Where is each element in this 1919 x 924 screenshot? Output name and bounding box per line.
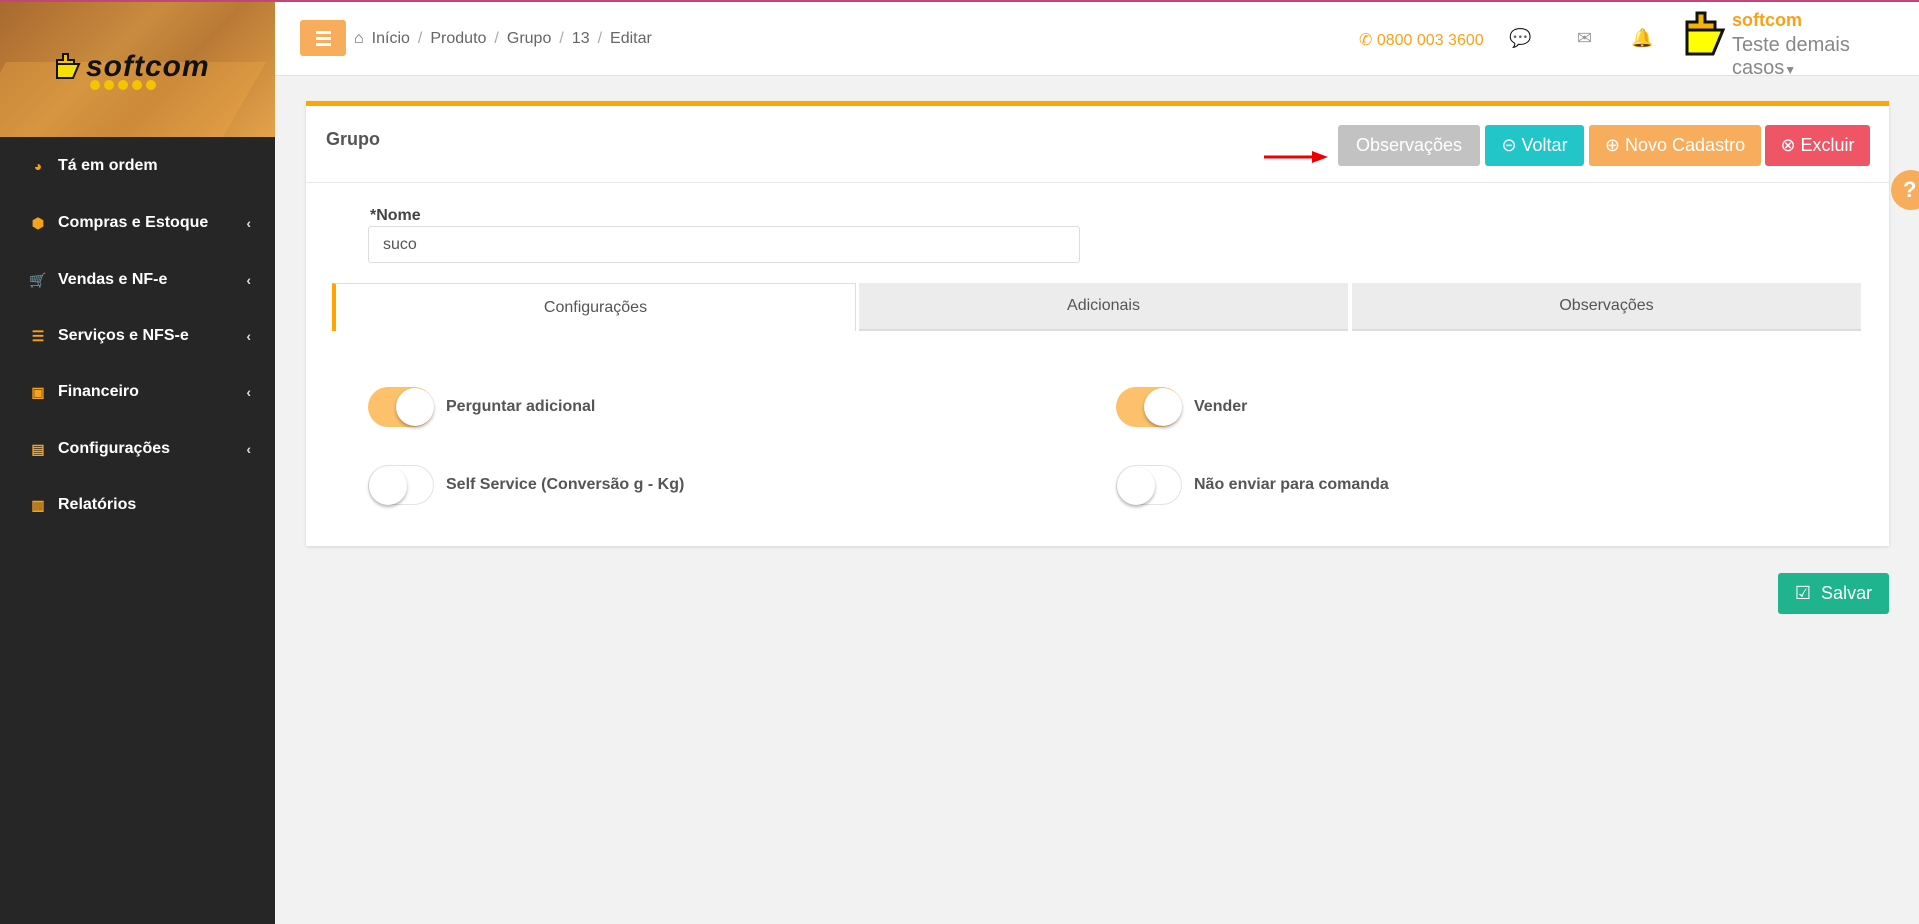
- toggle-label: Vender: [1194, 398, 1248, 415]
- sidebar-item-3[interactable]: 🛒 Vendas e NF-e ‹: [0, 260, 275, 300]
- toggle-switch[interactable]: [368, 387, 434, 427]
- toggle-switch[interactable]: [368, 465, 434, 505]
- softcom-logo[interactable]: softcom: [54, 50, 210, 90]
- chat-support-icon[interactable]: 💬: [1509, 28, 1531, 49]
- breadcrumb-sep: /: [597, 30, 603, 47]
- pie-chart-icon: ◕: [33, 158, 43, 174]
- sidebar: softcom ◕ Tá em ordem ⬢ Compras e Estoque ‹ 🛒…: [0, 2, 275, 924]
- salvar-label: Salvar: [1821, 583, 1873, 603]
- breadcrumb-item-produto[interactable]: Produto: [430, 30, 486, 48]
- nome-label: *Nome: [370, 207, 421, 224]
- voltar-button[interactable]: ⊝ Voltar: [1485, 125, 1584, 166]
- observacoes-label: Observações: [1355, 135, 1463, 155]
- red-arrow-annotation: [1264, 151, 1328, 163]
- phone-number: 0800 003 3600: [1376, 32, 1484, 49]
- card-title: Grupo: [326, 129, 380, 149]
- toggle-label: Perguntar adicional: [446, 398, 596, 415]
- chevron-left-icon: ‹: [246, 272, 251, 288]
- sidebar-item-4[interactable]: ☰ Serviços e NFS-e ‹: [0, 316, 275, 356]
- tab-adicionais[interactable]: Adicionais: [859, 283, 1348, 331]
- chevron-left-icon: ‹: [246, 215, 251, 231]
- breadcrumb-sep: /: [417, 30, 423, 47]
- nome-input[interactable]: [368, 226, 1080, 263]
- grupo-card: Grupo Observações ⊝ Voltar ⊕ Novo Cadastro…: [306, 101, 1889, 546]
- sidebar-item-7[interactable]: ▥ Relatórios: [0, 485, 275, 525]
- sidebar-item-5[interactable]: ▣ Financeiro ‹: [0, 372, 275, 412]
- logo-area: softcom: [0, 2, 275, 137]
- salvar-button[interactable]: ☑ Salvar: [1778, 573, 1889, 614]
- mail-icon[interactable]: ✉: [1577, 28, 1592, 49]
- home-icon: ⌂: [354, 30, 364, 47]
- help-button[interactable]: ?: [1891, 170, 1919, 210]
- list-icon: ☰: [31, 327, 45, 344]
- novo-cadastro-button[interactable]: ⊕ Novo Cadastro: [1589, 125, 1761, 166]
- novo-cadastro-label: Novo Cadastro: [1625, 135, 1746, 155]
- newspaper-icon: ▤: [31, 440, 45, 457]
- user-avatar-folder-icon[interactable]: [1683, 10, 1729, 60]
- observacoes-button[interactable]: Observações: [1338, 125, 1480, 166]
- breadcrumb-item-id[interactable]: 13: [572, 30, 590, 48]
- excluir-label: Excluir: [1800, 135, 1855, 155]
- sidebar-item-1[interactable]: ◕ Tá em ordem: [0, 146, 275, 186]
- times-circle-icon: ⊗: [1780, 135, 1796, 155]
- phone-link[interactable]: ✆ 0800 003 3600: [1359, 30, 1484, 50]
- cart-icon: 🛒: [29, 271, 47, 288]
- money-icon: ▣: [31, 383, 45, 400]
- excluir-button[interactable]: ⊗ Excluir: [1765, 125, 1870, 166]
- breadcrumb-sep: /: [494, 30, 499, 47]
- phone-icon: ✆: [1359, 32, 1377, 49]
- folder-logo-icon: [56, 53, 81, 79]
- voltar-label: Voltar: [1521, 135, 1568, 155]
- sidebar-item-2[interactable]: ⬢ Compras e Estoque ‹: [0, 203, 275, 243]
- sidebar-item-6[interactable]: ▤ Configurações ‹: [0, 429, 275, 469]
- breadcrumb-item-inicio[interactable]: Início: [372, 30, 410, 48]
- sidebar-item-label: Financeiro: [58, 383, 139, 400]
- sidebar-item-label: Relatórios: [58, 496, 137, 513]
- breadcrumb-item-editar: Editar: [610, 30, 652, 47]
- tab-observacoes[interactable]: Observações: [1352, 283, 1861, 331]
- chevron-left-icon: ‹: [246, 384, 251, 400]
- toggle-knob: [369, 467, 407, 505]
- toggle-label: Self Service (Conversão g - Kg): [446, 476, 685, 493]
- top-header: ⌂ Início / Produto / Grupo / 13 / Editar ✆ 0…: [275, 2, 1919, 79]
- sidebar-item-label: Tá em ordem: [58, 157, 158, 174]
- toggle-label: Não enviar para comanda: [1194, 476, 1389, 493]
- bell-icon[interactable]: 🔔: [1631, 28, 1653, 49]
- logo-dots: [90, 80, 156, 90]
- user-menu-dropdown[interactable]: Teste demais casos▼: [1732, 34, 1919, 80]
- toggle-switch[interactable]: [1116, 465, 1182, 505]
- check-square-icon: ☑: [1794, 583, 1812, 603]
- cube-icon: ⬢: [31, 214, 45, 231]
- arrow-circle-left-icon: ⊝: [1501, 135, 1517, 155]
- sidebar-item-label: Compras e Estoque: [58, 214, 209, 231]
- chevron-left-icon: ‹: [246, 328, 251, 344]
- breadcrumb: ⌂ Início / Produto / Grupo / 13 / Editar: [354, 30, 652, 48]
- caret-down-icon: ▼: [1784, 63, 1797, 77]
- sidebar-item-label: Vendas e NF-e: [58, 271, 168, 288]
- toggle-switch[interactable]: [1116, 387, 1182, 427]
- toggle-knob: [1117, 467, 1155, 505]
- breadcrumb-item-grupo[interactable]: Grupo: [507, 30, 551, 48]
- toggle-knob: [396, 388, 434, 426]
- toggle-knob: [1144, 388, 1182, 426]
- plus-circle-icon: ⊕: [1604, 135, 1621, 155]
- card-divider: [306, 182, 1889, 183]
- tab-configuracoes[interactable]: Configurações: [332, 283, 856, 331]
- menu-toggle-button[interactable]: [300, 20, 346, 56]
- user-company[interactable]: softcom: [1732, 10, 1802, 31]
- sidebar-item-label: Serviços e NFS-e: [58, 327, 189, 344]
- breadcrumb-sep: /: [559, 30, 564, 47]
- logo-wordmark: softcom: [86, 50, 210, 83]
- chevron-left-icon: ‹: [246, 441, 251, 457]
- sidebar-item-label: Configurações: [58, 440, 171, 457]
- bar-chart-icon: ▥: [31, 496, 45, 513]
